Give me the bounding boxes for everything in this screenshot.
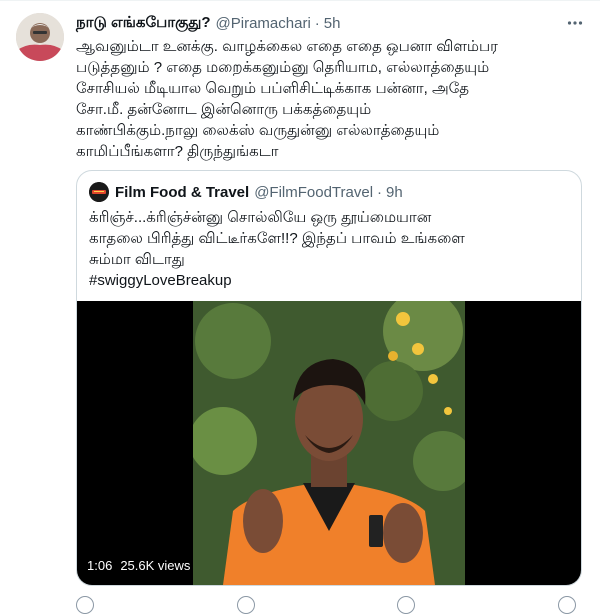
tweet-text: ஆவனும்டா உனக்கு. வாழக்கைல எதை எதை ஒபனா வ…	[76, 38, 498, 160]
quoted-author-handle[interactable]: @FilmFoodTravel	[254, 184, 373, 201]
author-avatar[interactable]	[16, 13, 64, 61]
tweet-timestamp[interactable]: 5h	[324, 15, 341, 32]
channel-logo-icon	[89, 182, 109, 202]
quoted-author-display-name[interactable]: Film Food & Travel	[115, 184, 249, 201]
quoted-tweet-header: Film Food & Travel @FilmFoodTravel · 9h	[89, 182, 403, 202]
tweet-header: நாடு எங்கபோகுது? @Piramachari · 5h	[76, 12, 340, 34]
video-stats: 1:06 25.6K views	[87, 558, 190, 573]
reply-icon[interactable]	[76, 596, 94, 614]
more-horizontal-icon	[567, 21, 583, 25]
video-view-count: 25.6K views	[120, 558, 191, 573]
tweet-action-bar	[76, 596, 576, 614]
quoted-separator-dot: ·	[377, 183, 383, 201]
author-handle[interactable]: @Piramachari	[216, 15, 311, 32]
video-frame-image	[193, 301, 465, 585]
avatar-photo-icon	[16, 13, 64, 61]
quoted-tweet-timestamp[interactable]: 9h	[386, 184, 403, 201]
quoted-author-avatar	[89, 182, 109, 202]
separator-dot: ·	[314, 14, 320, 32]
author-display-name[interactable]: நாடு எங்கபோகுது?	[76, 14, 211, 33]
share-icon[interactable]	[557, 596, 576, 614]
quoted-tweet-card[interactable]: Film Food & Travel @FilmFoodTravel · 9h …	[76, 170, 582, 586]
more-button[interactable]	[564, 12, 586, 34]
video-player[interactable]: 1:06 25.6K views	[77, 301, 581, 585]
video-thumbnail	[193, 301, 465, 585]
hashtag-link[interactable]: #swiggyLoveBreakup	[89, 272, 232, 289]
like-icon[interactable]	[397, 596, 416, 614]
retweet-icon[interactable]	[236, 596, 255, 614]
video-duration: 1:06	[87, 558, 113, 573]
quoted-tweet-body: க்ரிஞ்ச்...க்ரிஞ்ச்ன்னு சொல்லியே ஒரு தூய…	[89, 209, 465, 268]
quoted-tweet-text: க்ரிஞ்ச்...க்ரிஞ்ச்ன்னு சொல்லியே ஒரு தூய…	[89, 207, 569, 291]
top-divider	[0, 0, 600, 1]
